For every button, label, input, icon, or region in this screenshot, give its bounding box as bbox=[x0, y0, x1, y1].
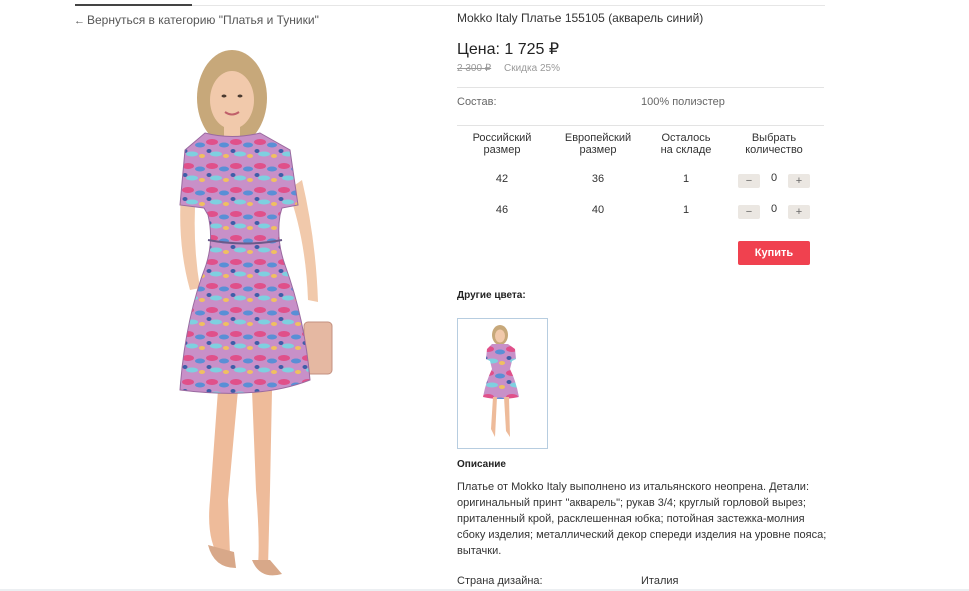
country-label: Страна дизайна: bbox=[457, 575, 543, 587]
ru-size-cell: 42 bbox=[495, 173, 509, 185]
back-to-category-link[interactable]: ← Вернуться в категорию "Платья и Туники" bbox=[74, 13, 319, 27]
description-text: Платье от Mokko Italy выполнено из италь… bbox=[457, 481, 827, 557]
divider bbox=[457, 125, 824, 126]
col-header-label: Выбрать количество bbox=[745, 132, 803, 156]
col-header-label: Российский размер bbox=[472, 132, 532, 156]
quantity-decrease-button[interactable]: − bbox=[738, 205, 760, 219]
product-title: Mokko Italy Платье 155105 (акварель сини… bbox=[457, 11, 704, 25]
product-photo[interactable] bbox=[110, 40, 410, 588]
eu-size-cell: 40 bbox=[591, 204, 605, 216]
col-header-ru-size: Российский размер bbox=[447, 132, 557, 156]
col-header-label: Осталось на складе bbox=[660, 132, 712, 156]
buy-button[interactable]: Купить bbox=[738, 241, 810, 265]
stock-cell: 1 bbox=[682, 173, 690, 185]
arrow-left-icon: ← bbox=[74, 15, 85, 27]
ru-size-cell: 46 bbox=[495, 204, 509, 216]
product-price: Цена: 1 725 ₽ bbox=[457, 41, 560, 58]
country-value: Италия bbox=[641, 575, 679, 587]
description-heading: Описание bbox=[457, 459, 506, 470]
discount-badge: Скидка 25% bbox=[504, 63, 560, 74]
quantity-value: 0 bbox=[770, 172, 778, 184]
back-link-label: Вернуться в категорию "Платья и Туники" bbox=[87, 13, 319, 27]
quantity-increase-button[interactable]: + bbox=[788, 174, 810, 188]
col-header-quantity: Выбрать количество bbox=[719, 132, 829, 156]
color-variant-thumbnail[interactable] bbox=[457, 318, 548, 449]
eu-size-cell: 36 bbox=[591, 173, 605, 185]
old-price: 2 300 ₽ bbox=[457, 63, 492, 74]
quantity-value: 0 bbox=[770, 203, 778, 215]
quantity-decrease-button[interactable]: − bbox=[738, 174, 760, 188]
composition-value: 100% полиэстер bbox=[641, 96, 725, 108]
composition-label: Состав: bbox=[457, 96, 497, 108]
top-divider-accent bbox=[75, 4, 192, 6]
other-colors-label: Другие цвета: bbox=[457, 290, 526, 301]
stock-cell: 1 bbox=[682, 204, 690, 216]
col-header-label: Европейский размер bbox=[564, 132, 632, 156]
quantity-increase-button[interactable]: + bbox=[788, 205, 810, 219]
divider bbox=[457, 87, 824, 88]
